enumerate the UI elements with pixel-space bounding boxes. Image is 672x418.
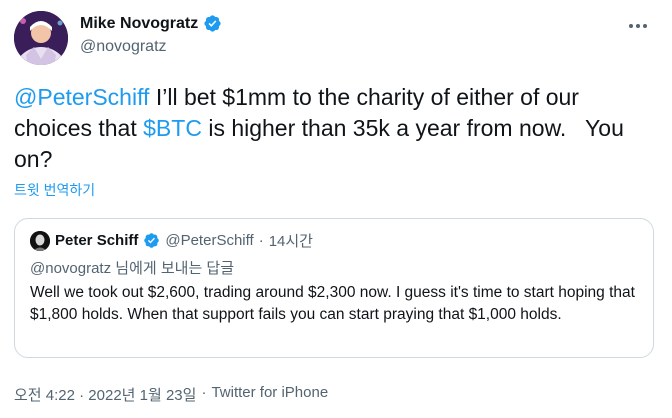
reply-mention: @novogratz — [30, 260, 112, 277]
cashtag-link[interactable]: $BTC — [143, 115, 202, 141]
author-avatar[interactable] — [14, 11, 68, 65]
quoted-reply-context: @novogratz 님에게 보내는 답글 — [30, 257, 234, 278]
quoted-tweet-text: Well we took out $2,600, trading around … — [30, 284, 635, 323]
dot-icon — [629, 24, 633, 28]
quoted-author-name: Peter Schiff — [55, 232, 139, 249]
meta-separator: · — [201, 384, 207, 401]
quoted-separator: · — [258, 232, 264, 249]
quoted-author-handle: @PeterSchiff — [165, 232, 254, 249]
tweet-source[interactable]: Twitter for iPhone — [211, 384, 328, 405]
reply-suffix: 님에게 보내는 답글 — [111, 260, 235, 277]
author-name-row[interactable]: Mike Novogratz — [80, 14, 222, 33]
translate-tweet-link[interactable]: 트윗 번역하기 — [14, 180, 95, 200]
quoted-tweet-header: Peter Schiff @PeterSchiff · 14시간 — [30, 230, 313, 251]
tweet-timestamp[interactable]: 오전 4:22 · 2022년 1월 23일 — [14, 384, 196, 405]
author-avatar-image — [14, 11, 68, 65]
verified-badge-icon — [143, 232, 160, 249]
more-options-icon[interactable] — [626, 20, 650, 32]
quoted-author-avatar — [30, 230, 50, 251]
quoted-time: 14시간 — [268, 233, 313, 250]
dot-icon — [636, 24, 640, 28]
tweet-text: @PeterSchiff I’ll bet $1mm to the charit… — [14, 82, 654, 175]
verified-badge-icon — [203, 14, 222, 33]
quoted-tweet-card[interactable]: Peter Schiff @PeterSchiff · 14시간 @novogr… — [14, 218, 654, 358]
author-handle[interactable]: @novogratz — [80, 38, 167, 56]
mention-link[interactable]: @PeterSchiff — [14, 84, 149, 110]
tweet-meta: 오전 4:22 · 2022년 1월 23일 · Twitter for iPh… — [14, 384, 328, 405]
dot-icon — [643, 24, 647, 28]
author-display-name[interactable]: Mike Novogratz — [80, 15, 198, 33]
